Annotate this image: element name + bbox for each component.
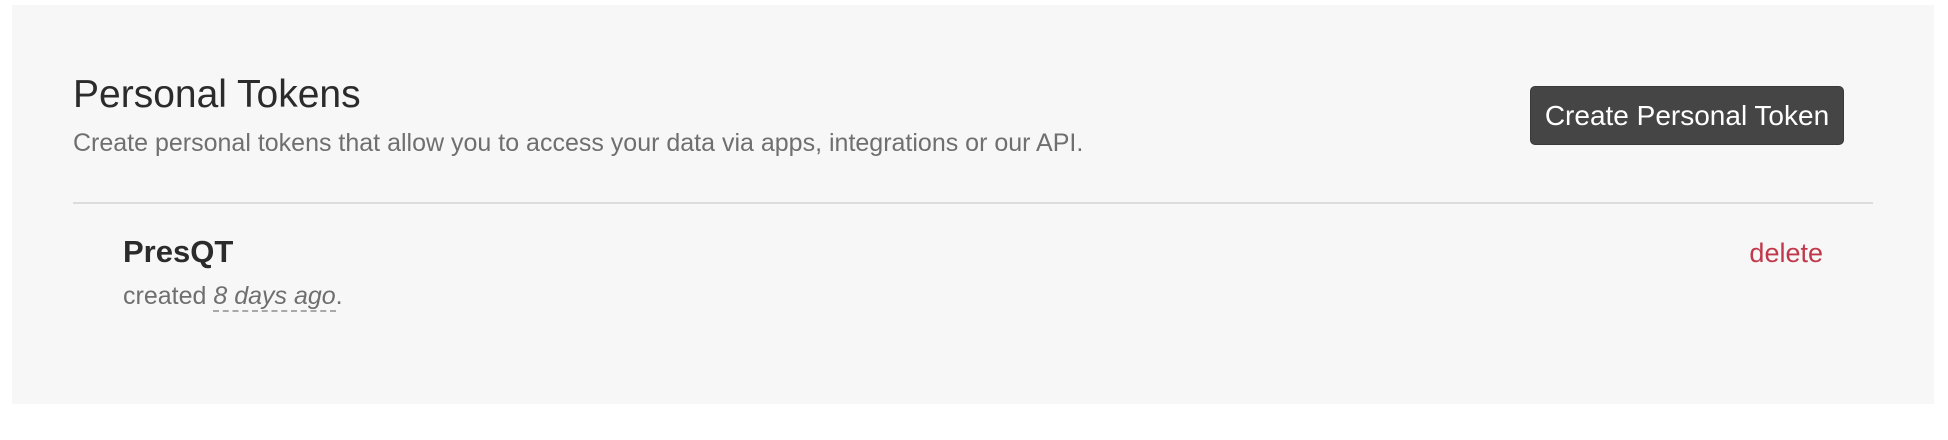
create-personal-token-button[interactable]: Create Personal Token xyxy=(1530,86,1844,145)
token-list-item: PresQT created 8 days ago. delete xyxy=(123,233,1823,323)
section-divider xyxy=(73,202,1873,204)
created-period: . xyxy=(335,282,343,310)
delete-token-link[interactable]: delete xyxy=(1749,236,1823,270)
token-created-info: created 8 days ago. xyxy=(123,281,343,312)
personal-tokens-panel: Personal Tokens Create personal tokens t… xyxy=(12,5,1934,404)
created-timestamp: 8 days ago xyxy=(213,282,336,312)
page-title: Personal Tokens xyxy=(73,73,361,116)
token-name: PresQT xyxy=(123,234,234,269)
created-label: created xyxy=(123,282,207,310)
page-description: Create personal tokens that allow you to… xyxy=(73,129,1084,157)
